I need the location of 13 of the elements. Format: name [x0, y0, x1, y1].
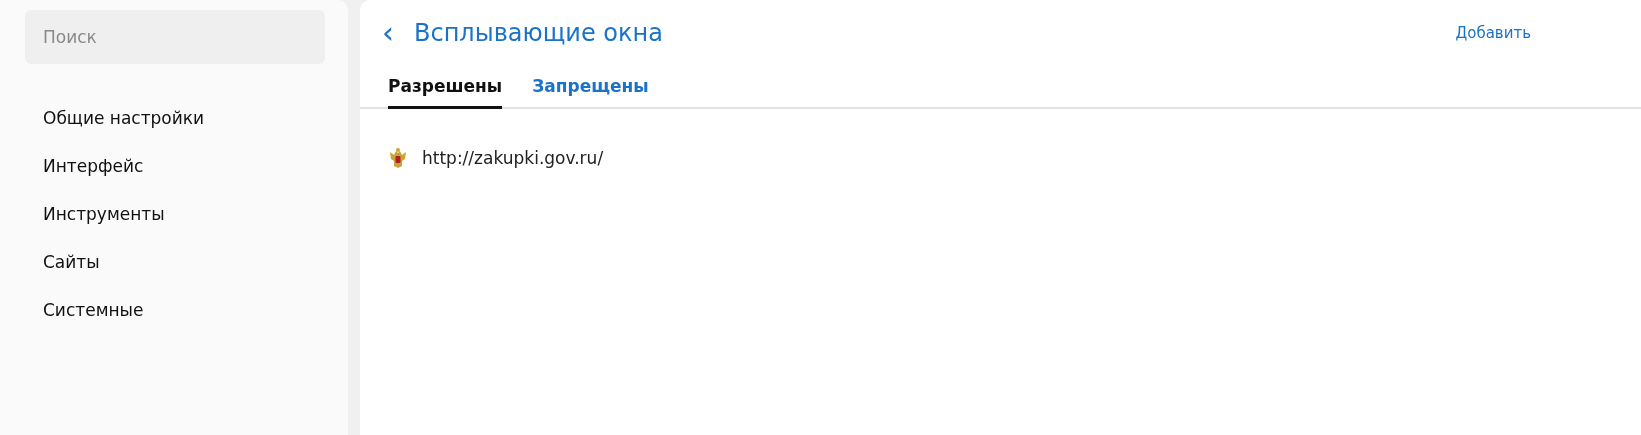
sidebar-item[interactable]: Инструменты	[25, 190, 348, 238]
site-url: http://zakupki.gov.ru/	[422, 148, 604, 168]
tab[interactable]: Запрещены	[532, 76, 649, 109]
tab[interactable]: Разрешены	[388, 76, 503, 109]
search-field[interactable]: Поиск	[25, 10, 325, 64]
sidebar-item[interactable]: Сайты	[25, 238, 348, 286]
back-button[interactable]: ‹	[382, 18, 402, 48]
eagle-emblem-icon	[388, 147, 408, 169]
sidebar-item[interactable]: Общие настройки	[25, 94, 348, 142]
sidebar-item[interactable]: Системные	[25, 286, 348, 334]
add-link[interactable]: Добавить	[1455, 24, 1531, 42]
sidebar-item[interactable]: Интерфейс	[25, 142, 348, 190]
page-title: Всплывающие окна	[414, 19, 664, 47]
